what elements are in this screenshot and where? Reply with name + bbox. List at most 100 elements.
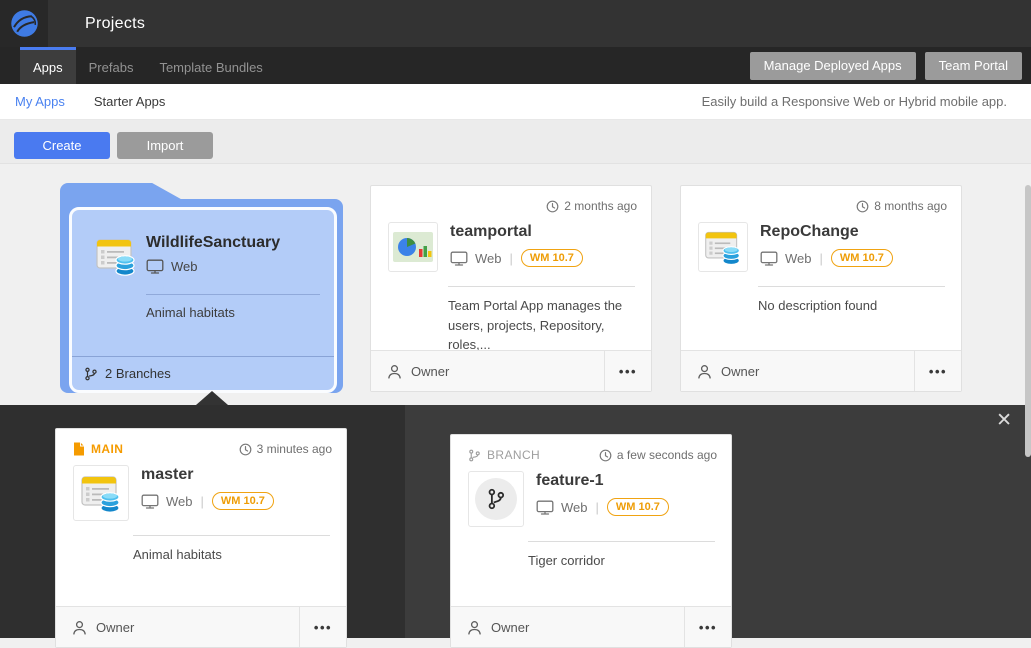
- monitor-icon: [146, 259, 164, 274]
- branch-card-master[interactable]: MAIN 3 minutes ago: [55, 428, 347, 648]
- last-modified-time: 8 months ago: [856, 199, 947, 213]
- main-tab-bar: Apps Prefabs Template Bundles Manage Dep…: [0, 47, 1031, 84]
- time-label: 2 months ago: [564, 199, 637, 213]
- platform-row: Web | WM 10.7: [536, 498, 669, 516]
- branch-card-feature-1[interactable]: BRANCH a few seconds ago feature-1: [450, 434, 732, 648]
- project-card-wildlifesanctuary[interactable]: WildlifeSanctuary Web Animal habitats: [60, 183, 343, 393]
- person-icon: [467, 620, 482, 635]
- branches-footer[interactable]: 2 Branches: [72, 356, 334, 390]
- panel-pointer-arrow: [196, 391, 228, 405]
- clock-icon: [599, 449, 612, 462]
- monitor-icon: [536, 500, 554, 515]
- projects-screen: Projects Apps Prefabs Template Bundles M…: [0, 0, 1031, 638]
- team-portal-button[interactable]: Team Portal: [925, 52, 1022, 80]
- ellipsis-icon: •••: [314, 620, 332, 635]
- person-icon: [72, 620, 87, 635]
- tab-template-bundles[interactable]: Template Bundles: [146, 47, 275, 84]
- card-info: RepoChange Web | WM 10.7: [760, 222, 893, 272]
- create-button[interactable]: Create: [14, 132, 110, 159]
- card-top-row: 2 months ago: [371, 186, 651, 213]
- close-panel-button[interactable]: ✕: [990, 410, 1018, 431]
- card-top-row: 8 months ago: [681, 186, 961, 213]
- more-menu-button[interactable]: •••: [299, 607, 346, 647]
- clock-icon: [546, 200, 559, 213]
- card-footer: Owner •••: [681, 350, 961, 391]
- ellipsis-icon: •••: [929, 364, 947, 379]
- monitor-icon: [141, 494, 159, 509]
- owner-label: Owner: [371, 351, 604, 391]
- branch-title: feature-1: [536, 471, 669, 490]
- main-branch-badge: MAIN: [73, 442, 123, 456]
- divider: [146, 294, 320, 295]
- card-main-row: feature-1 Web | WM 10.7: [451, 462, 731, 527]
- git-branch-icon: [84, 367, 98, 381]
- divider: [448, 286, 635, 287]
- wm-version-badge: WM 10.7: [831, 249, 893, 267]
- project-description: Animal habitats: [146, 305, 320, 320]
- card-footer: Owner •••: [451, 606, 731, 647]
- project-title: WildlifeSanctuary: [146, 234, 280, 252]
- app-window-database-icon: [73, 465, 129, 521]
- person-icon: [697, 364, 712, 379]
- card-info: teamportal Web | WM 10.7: [450, 222, 583, 272]
- more-menu-button[interactable]: •••: [684, 607, 731, 647]
- separator: |: [820, 251, 823, 266]
- time-label: 8 months ago: [874, 199, 947, 213]
- branch-description: Tiger corridor: [528, 551, 715, 571]
- owner-text: Owner: [721, 364, 759, 379]
- wave-logo-icon: [9, 8, 40, 39]
- card-footer: Owner •••: [371, 350, 651, 391]
- platform-row: Web: [146, 259, 280, 274]
- owner-label: Owner: [56, 607, 299, 647]
- tab-prefabs[interactable]: Prefabs: [76, 47, 147, 84]
- separator: |: [596, 500, 599, 515]
- platform-label: Web: [561, 500, 588, 515]
- divider: [528, 541, 715, 542]
- subnav-item-starter-apps[interactable]: Starter Apps: [94, 94, 166, 109]
- last-modified-time: a few seconds ago: [599, 448, 717, 462]
- app-chart-icon: [388, 222, 438, 272]
- time-label: a few seconds ago: [617, 448, 717, 462]
- project-title: teamportal: [450, 222, 583, 241]
- separator: |: [510, 251, 513, 266]
- branch-badge: BRANCH: [468, 448, 540, 462]
- apps-sub-nav: My Apps Starter Apps Easily build a Resp…: [0, 84, 1031, 120]
- top-bar: Projects: [0, 0, 1031, 47]
- divider: [758, 286, 945, 287]
- project-card-teamportal[interactable]: 2 months ago teamportal: [370, 185, 652, 392]
- subnav-item-my-apps[interactable]: My Apps: [15, 94, 65, 109]
- clock-icon: [239, 443, 252, 456]
- ellipsis-icon: •••: [699, 620, 717, 635]
- platform-label: Web: [475, 251, 502, 266]
- card-footer: Owner •••: [56, 606, 346, 647]
- vertical-scrollbar[interactable]: [1025, 185, 1031, 457]
- card-main-row: RepoChange Web | WM 10.7: [681, 213, 961, 272]
- card-main-row: master Web | WM 10.7: [56, 456, 346, 521]
- branch-description: Animal habitats: [133, 545, 330, 565]
- card-info: feature-1 Web | WM 10.7: [536, 471, 669, 527]
- monitor-icon: [450, 251, 468, 266]
- branch-title: master: [141, 465, 274, 484]
- more-menu-button[interactable]: •••: [604, 351, 651, 391]
- git-branch-icon: [475, 478, 517, 520]
- tabbar-actions: Manage Deployed Apps Team Portal: [750, 47, 1031, 84]
- owner-label: Owner: [681, 351, 914, 391]
- owner-text: Owner: [491, 620, 529, 635]
- import-button[interactable]: Import: [117, 132, 213, 159]
- branches-count: 2 Branches: [105, 366, 171, 381]
- wm-version-badge: WM 10.7: [521, 249, 583, 267]
- wavemaker-logo[interactable]: [0, 0, 48, 47]
- manage-deployed-apps-button[interactable]: Manage Deployed Apps: [750, 52, 916, 80]
- tab-apps[interactable]: Apps: [20, 47, 76, 84]
- platform-row: Web | WM 10.7: [760, 249, 893, 267]
- more-menu-button[interactable]: •••: [914, 351, 961, 391]
- project-title: RepoChange: [760, 222, 893, 241]
- wm-version-badge: WM 10.7: [212, 492, 274, 510]
- card-info: master Web | WM 10.7: [141, 465, 274, 521]
- ellipsis-icon: •••: [619, 364, 637, 379]
- project-card-repochange[interactable]: 8 months ago: [680, 185, 962, 392]
- owner-text: Owner: [96, 620, 134, 635]
- folder-card-info: WildlifeSanctuary Web: [146, 234, 280, 278]
- folder-inner-card: WildlifeSanctuary Web Animal habitats: [69, 207, 337, 393]
- separator: |: [201, 494, 204, 509]
